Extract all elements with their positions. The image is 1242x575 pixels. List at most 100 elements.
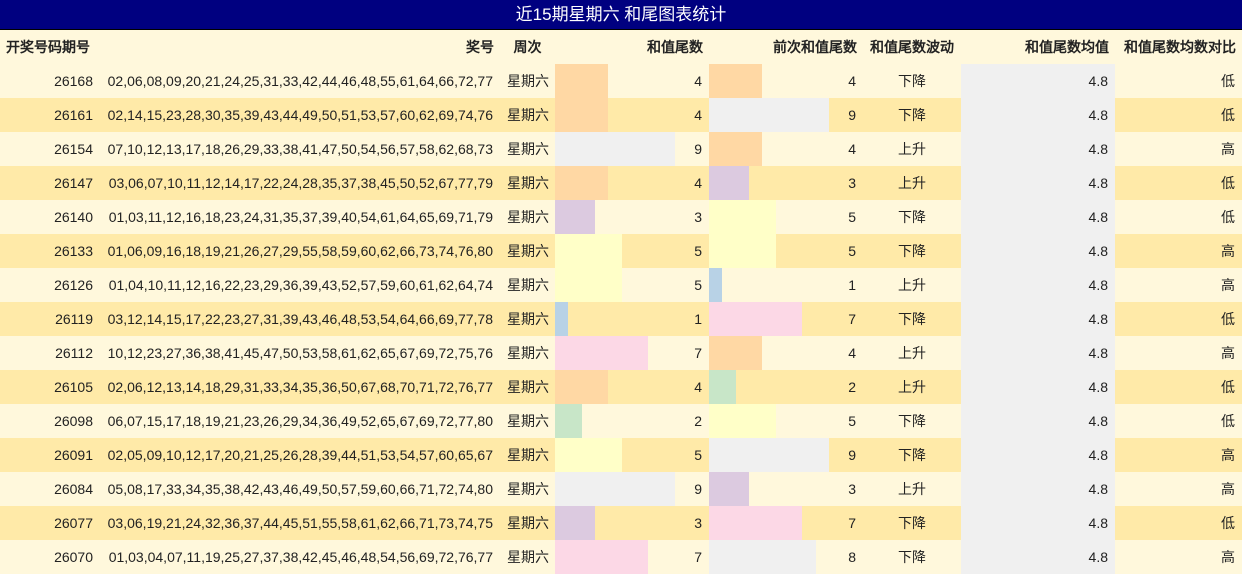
weekday-cell: 星期六 [500,472,555,506]
table-row: 26105 02,06,12,13,14,18,29,31,33,34,35,36… [0,370,1242,404]
tail-value: 1 [694,311,702,327]
weekday-cell: 星期六 [500,200,555,234]
tail-cell: 9 [555,132,709,166]
prev-tail-cell: 1 [709,268,863,302]
weekday-cell: 星期六 [500,404,555,438]
prev-tail-value: 9 [848,447,856,463]
tail-cell: 1 [555,302,709,336]
header-avg[interactable]: 和值尾数均值 [961,30,1115,64]
trend-cell: 上升 [863,336,961,370]
header-weekday[interactable]: 周次 [500,30,555,64]
tail-value: 2 [694,413,702,429]
table-row: 26084 05,08,17,33,34,35,38,42,43,46,49,50… [0,472,1242,506]
prev-tail-cell: 9 [709,438,863,472]
prev-tail-value: 5 [848,209,856,225]
compare-cell: 高 [1115,336,1242,370]
period-cell: 26112 [0,336,100,370]
table-row: 26161 02,14,15,23,28,30,35,39,43,44,49,50… [0,98,1242,132]
compare-cell: 高 [1115,472,1242,506]
trend-cell: 上升 [863,370,961,404]
header-row: 开奖号码期号 奖号 周次 和值尾数 前次和值尾数 和值尾数波动 和值尾数均值 和… [0,30,1242,64]
avg-cell: 4.8 [961,132,1115,166]
numbers-cell: 10,12,23,27,36,38,41,45,47,50,53,58,61,6… [100,336,500,370]
weekday-cell: 星期六 [500,336,555,370]
table-body: 26168 02,06,08,09,20,21,24,25,31,33,42,44… [0,64,1242,574]
trend-cell: 下降 [863,302,961,336]
tail-value: 7 [694,549,702,565]
trend-cell: 上升 [863,472,961,506]
period-cell: 26105 [0,370,100,404]
numbers-cell: 01,04,10,11,12,16,22,23,29,36,39,43,52,5… [100,268,500,302]
tail-cell: 5 [555,438,709,472]
trend-cell: 下降 [863,404,961,438]
avg-cell: 4.8 [961,336,1115,370]
table-row: 26070 01,03,04,07,11,19,25,27,37,38,42,45… [0,540,1242,574]
weekday-cell: 星期六 [500,370,555,404]
trend-cell: 下降 [863,540,961,574]
tail-cell: 7 [555,336,709,370]
prev-tail-cell: 9 [709,98,863,132]
weekday-cell: 星期六 [500,540,555,574]
compare-cell: 低 [1115,302,1242,336]
weekday-cell: 星期六 [500,98,555,132]
prev-tail-value: 4 [848,345,856,361]
compare-cell: 低 [1115,200,1242,234]
period-cell: 26098 [0,404,100,438]
trend-cell: 上升 [863,132,961,166]
period-cell: 26091 [0,438,100,472]
prev-tail-cell: 2 [709,370,863,404]
header-tail[interactable]: 和值尾数 [555,30,709,64]
period-cell: 26133 [0,234,100,268]
avg-cell: 4.8 [961,302,1115,336]
prev-tail-value: 1 [848,277,856,293]
weekday-cell: 星期六 [500,268,555,302]
tail-value: 3 [694,209,702,225]
weekday-cell: 星期六 [500,438,555,472]
prev-tail-cell: 5 [709,200,863,234]
trend-cell: 下降 [863,234,961,268]
avg-cell: 4.8 [961,64,1115,98]
prev-tail-value: 3 [848,481,856,497]
numbers-cell: 07,10,12,13,17,18,26,29,33,38,41,47,50,5… [100,132,500,166]
trend-cell: 下降 [863,506,961,540]
period-cell: 26147 [0,166,100,200]
tail-cell: 3 [555,200,709,234]
prev-tail-value: 9 [848,107,856,123]
table-row: 26154 07,10,12,13,17,18,26,29,33,38,41,47… [0,132,1242,166]
numbers-cell: 02,14,15,23,28,30,35,39,43,44,49,50,51,5… [100,98,500,132]
avg-cell: 4.8 [961,200,1115,234]
table-row: 26098 06,07,15,17,18,19,21,23,26,29,34,36… [0,404,1242,438]
header-period[interactable]: 开奖号码期号 [0,30,100,64]
header-prev-tail[interactable]: 前次和值尾数 [709,30,863,64]
period-cell: 26168 [0,64,100,98]
header-trend[interactable]: 和值尾数波动 [863,30,961,64]
prev-tail-cell: 3 [709,166,863,200]
prev-tail-cell: 7 [709,302,863,336]
trend-cell: 下降 [863,200,961,234]
stats-table: 开奖号码期号 奖号 周次 和值尾数 前次和值尾数 和值尾数波动 和值尾数均值 和… [0,30,1242,574]
avg-cell: 4.8 [961,234,1115,268]
compare-cell: 高 [1115,540,1242,574]
weekday-cell: 星期六 [500,132,555,166]
header-compare[interactable]: 和值尾数均数对比 [1115,30,1242,64]
numbers-cell: 01,06,09,16,18,19,21,26,27,29,55,58,59,6… [100,234,500,268]
prev-tail-value: 2 [848,379,856,395]
avg-cell: 4.8 [961,98,1115,132]
avg-cell: 4.8 [961,540,1115,574]
avg-cell: 4.8 [961,404,1115,438]
trend-cell: 下降 [863,98,961,132]
prev-tail-value: 5 [848,243,856,259]
weekday-cell: 星期六 [500,64,555,98]
compare-cell: 低 [1115,506,1242,540]
period-cell: 26084 [0,472,100,506]
numbers-cell: 05,08,17,33,34,35,38,42,43,46,49,50,57,5… [100,472,500,506]
numbers-cell: 06,07,15,17,18,19,21,23,26,29,34,36,49,5… [100,404,500,438]
prev-tail-value: 3 [848,175,856,191]
tail-value: 9 [694,141,702,157]
table-row: 26133 01,06,09,16,18,19,21,26,27,29,55,58… [0,234,1242,268]
weekday-cell: 星期六 [500,506,555,540]
tail-cell: 3 [555,506,709,540]
header-numbers[interactable]: 奖号 [100,30,500,64]
trend-cell: 上升 [863,268,961,302]
numbers-cell: 01,03,11,12,16,18,23,24,31,35,37,39,40,5… [100,200,500,234]
